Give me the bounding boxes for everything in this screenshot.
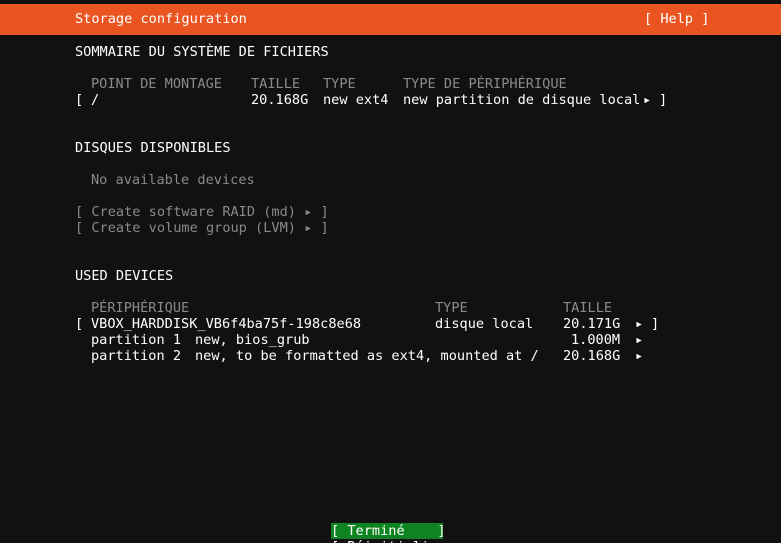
- row-close-bracket: ]: [659, 92, 668, 108]
- reset-button[interactable]: [ Réinitialiser ]: [331, 539, 443, 543]
- col-device: PÉRIPHÉRIQUE: [91, 300, 190, 316]
- disk-open-bracket: [: [75, 316, 84, 332]
- header-bar: Storage configuration [ Help ]: [0, 4, 781, 35]
- fs-summary-title: SOMMAIRE DU SYSTÈME DE FICHIERS: [75, 44, 329, 60]
- col-type: TYPE: [323, 76, 356, 92]
- arrow-right-icon[interactable]: ▸: [643, 92, 651, 108]
- available-devices-title: DISQUES DISPONIBLES: [75, 140, 231, 156]
- mount-point: /: [91, 92, 100, 108]
- done-button[interactable]: [ Terminé ]: [331, 523, 446, 539]
- fs-type: new ext4: [323, 92, 389, 108]
- partition-size: 1.000M: [571, 332, 621, 348]
- create-raid-button[interactable]: [ Create software RAID (md) ▸ ]: [75, 204, 329, 220]
- used-devices-title: USED DEVICES: [75, 268, 174, 284]
- disk-type: disque local: [435, 316, 534, 332]
- disk-size: 20.171G: [563, 316, 621, 332]
- row-open-bracket: [: [75, 92, 84, 108]
- col-device-type: TYPE DE PÉRIPHÉRIQUE: [403, 76, 567, 92]
- partition-desc: new, to be formatted as ext4, mounted at…: [195, 348, 539, 364]
- device-type: new partition de disque local: [403, 92, 641, 108]
- screen-title: Storage configuration: [75, 11, 247, 27]
- arrow-right-icon[interactable]: ▸: [635, 348, 643, 364]
- partition-desc: new, bios_grub: [195, 332, 310, 348]
- col-size: TAILLE: [251, 76, 301, 92]
- arrow-right-icon[interactable]: ▸: [635, 316, 643, 332]
- partition-name: partition 2: [91, 348, 182, 364]
- fs-size: 20.168G: [251, 92, 309, 108]
- partition-name: partition 1: [91, 332, 182, 348]
- no-devices-text: No available devices: [91, 172, 255, 188]
- col-used-type: TYPE: [435, 300, 468, 316]
- create-lvm-button[interactable]: [ Create volume group (LVM) ▸ ]: [75, 220, 329, 236]
- disk-close-bracket: ]: [651, 316, 660, 332]
- col-used-size: TAILLE: [563, 300, 613, 316]
- help-button[interactable]: [ Help ]: [644, 11, 709, 27]
- arrow-right-icon[interactable]: ▸: [635, 332, 643, 348]
- disk-name: VBOX_HARDDISK_VB6f4ba75f-198c8e68: [91, 316, 362, 332]
- partition-size: 20.168G: [563, 348, 621, 364]
- col-mount-point: POINT DE MONTAGE: [91, 76, 222, 92]
